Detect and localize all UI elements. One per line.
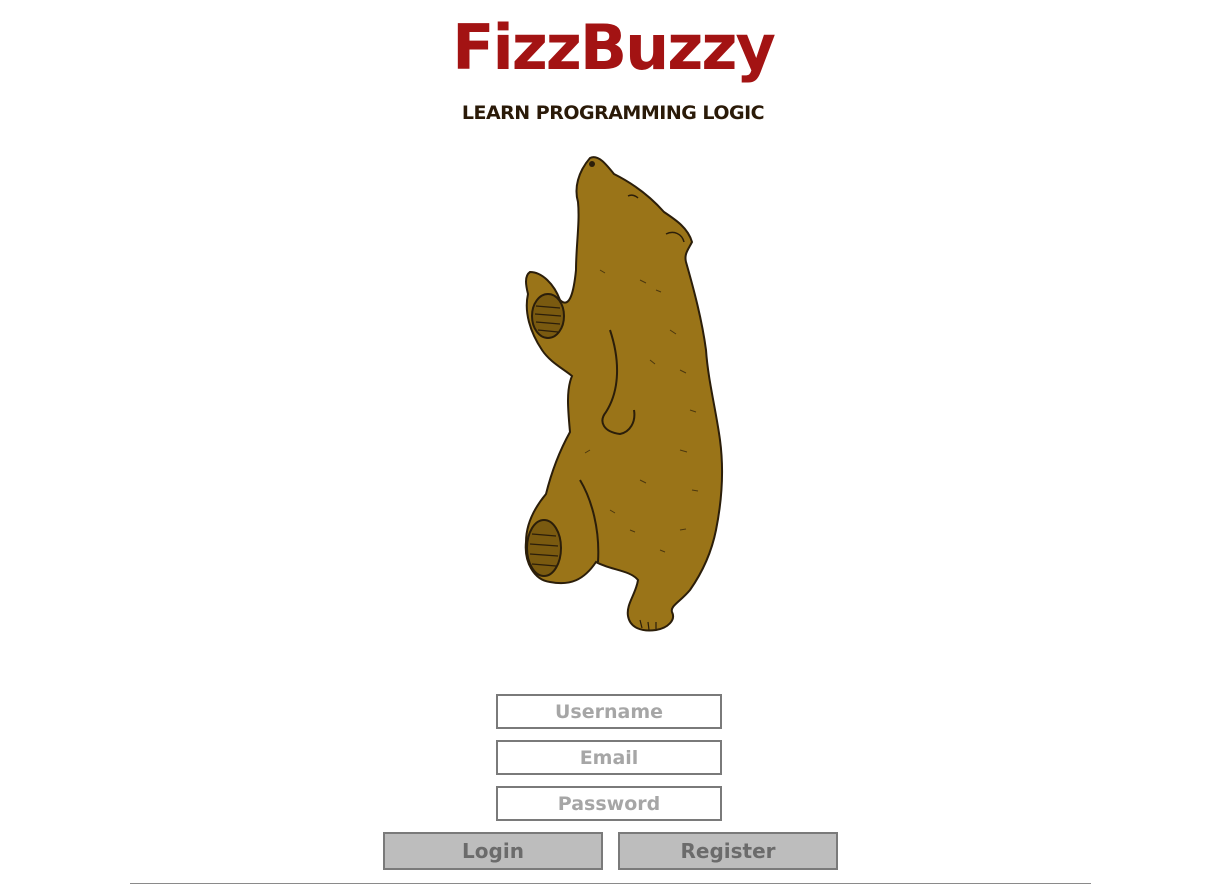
register-button[interactable]: Register	[618, 832, 838, 870]
bear-illustration	[524, 156, 724, 632]
bear-paw-pad-lower	[526, 519, 562, 577]
app-logo: FizzBuzzy	[452, 11, 776, 84]
tagline: LEARN PROGRAMMING LOGIC	[461, 102, 765, 124]
email-input[interactable]	[496, 740, 722, 775]
password-input[interactable]	[496, 786, 722, 821]
login-page: FizzBuzzy LEARN PROGRAMMING LOGIC Userna…	[0, 0, 1226, 893]
username-input[interactable]	[496, 694, 722, 729]
login-button[interactable]: Login	[383, 832, 603, 870]
footer-divider	[130, 883, 1091, 884]
